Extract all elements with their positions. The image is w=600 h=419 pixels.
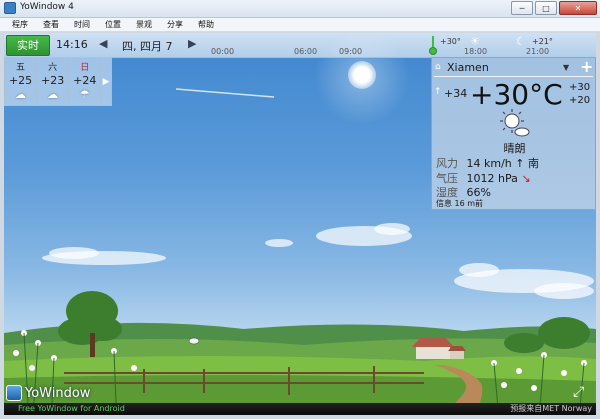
chevron-down-icon[interactable]: ▼	[563, 63, 569, 72]
weather-condition: 晴朗	[503, 142, 526, 155]
timeline-high-temp: +30°	[440, 37, 461, 46]
forecast-day[interactable]: 五 +25 ☁	[5, 58, 38, 105]
menu-view[interactable]: 查看	[43, 18, 59, 31]
low-temp: +20	[569, 95, 591, 106]
wind-arrow-icon: ↑	[515, 157, 525, 170]
menu-bar: 程序 查看 时间 位置 景观 分享 帮助	[0, 18, 600, 32]
maximize-button[interactable]: □	[535, 1, 557, 15]
date-label: 四, 四月 7	[122, 40, 173, 53]
menu-share[interactable]: 分享	[167, 18, 183, 31]
high-temp: +30	[569, 82, 591, 93]
forecast-next-arrow-icon[interactable]: ▶	[101, 58, 111, 105]
current-temperature: +30°C	[470, 78, 563, 111]
current-time-marker	[432, 36, 434, 47]
sun-small-icon: ☀	[470, 35, 480, 48]
city-name[interactable]: Xiamen	[447, 61, 489, 74]
forecast-day-temp: +25	[8, 74, 33, 87]
partly-cloudy-icon: ☁	[15, 88, 27, 101]
current-time: 14:16	[56, 38, 88, 51]
menu-location[interactable]: 位置	[105, 18, 121, 31]
cloudy-icon: ☁	[47, 88, 59, 101]
pressure-trend-icon: ↘	[521, 172, 531, 185]
window-controls: ─ □ ✕	[511, 1, 597, 15]
forecast-day[interactable]: 日 +24 ☂	[69, 58, 102, 105]
wind-value: 14 km/h	[466, 157, 512, 170]
timeline-tick: 09:00	[339, 47, 363, 56]
add-location-icon[interactable]: +	[580, 57, 593, 76]
logo-text: YoWindow	[25, 385, 91, 401]
timeline-tick: 06:00	[294, 47, 318, 56]
timeline-low-temp: +21°	[532, 37, 553, 46]
moon-small-icon: ☾	[516, 35, 526, 48]
forecast-day-temp: +23	[41, 74, 65, 87]
current-time-handle[interactable]	[429, 47, 437, 55]
realtime-button[interactable]: 实时	[6, 35, 50, 56]
next-day-arrow-icon[interactable]: ▶	[188, 37, 196, 50]
update-time: 信息 16 m前	[436, 199, 484, 208]
timeline-tick: 18:00	[464, 47, 488, 56]
title-bar: YoWindow 4 ─ □ ✕	[0, 0, 600, 18]
wind-row: 风力 14 km/h ↑ 南	[436, 155, 539, 171]
app-icon	[4, 2, 16, 14]
panel-divider	[434, 76, 593, 77]
wind-label: 风力	[436, 157, 458, 170]
sunny-cloud-icon	[500, 109, 530, 137]
window-title: YoWindow 4	[20, 2, 74, 12]
home-icon[interactable]: ⌂	[435, 62, 441, 72]
forecast-day-name: 日	[80, 63, 90, 73]
menu-landscape[interactable]: 景观	[136, 18, 152, 31]
timeline-bar[interactable]: 实时 14:16 ◀ 四, 四月 7 ▶ 00:00 06:00 09:00 1…	[4, 33, 596, 58]
forecast-day-temp: +24	[73, 74, 97, 87]
forecast-credit[interactable]: 预报来自MET Norway	[510, 403, 592, 415]
timeline-tick: 21:00	[526, 47, 550, 56]
feels-like-icon: ↑	[434, 87, 442, 97]
android-promo-link[interactable]: Free YoWindow for Android	[18, 403, 125, 415]
rain-icon: ☂	[79, 88, 90, 101]
menu-time[interactable]: 时间	[74, 18, 90, 31]
current-weather-panel: ⌂ Xiamen ▼ + ↑ +34 +30°C +30 +20 晴朗 风力 1…	[431, 57, 596, 210]
yowindow-logo[interactable]: YoWindow	[6, 384, 90, 402]
forecast-day-name: 五	[16, 63, 26, 73]
forecast-day[interactable]: 六 +23 ☁	[37, 58, 70, 105]
logo-icon	[6, 385, 22, 401]
wind-direction: 南	[527, 157, 539, 170]
fullscreen-icon[interactable]: ⤢	[573, 384, 584, 400]
menu-help[interactable]: 帮助	[198, 18, 214, 31]
bottom-bar: Free YoWindow for Android 预报来自MET Norway	[4, 403, 596, 415]
minimize-button[interactable]: ─	[511, 1, 533, 15]
close-button[interactable]: ✕	[559, 1, 597, 15]
feels-like-temp: +34	[444, 87, 468, 100]
menu-program[interactable]: 程序	[12, 18, 28, 31]
app-window: YoWindow 4 ─ □ ✕ 程序 查看 时间 位置 景观 分享 帮助 实时…	[0, 0, 600, 419]
forecast-day-name: 六	[48, 63, 58, 73]
forecast-panel: 五 +25 ☁ 六 +23 ☁ 日 +24 ☂ ▶	[4, 57, 112, 106]
timeline-tick: 00:00	[211, 47, 235, 56]
prev-day-arrow-icon[interactable]: ◀	[99, 37, 107, 50]
